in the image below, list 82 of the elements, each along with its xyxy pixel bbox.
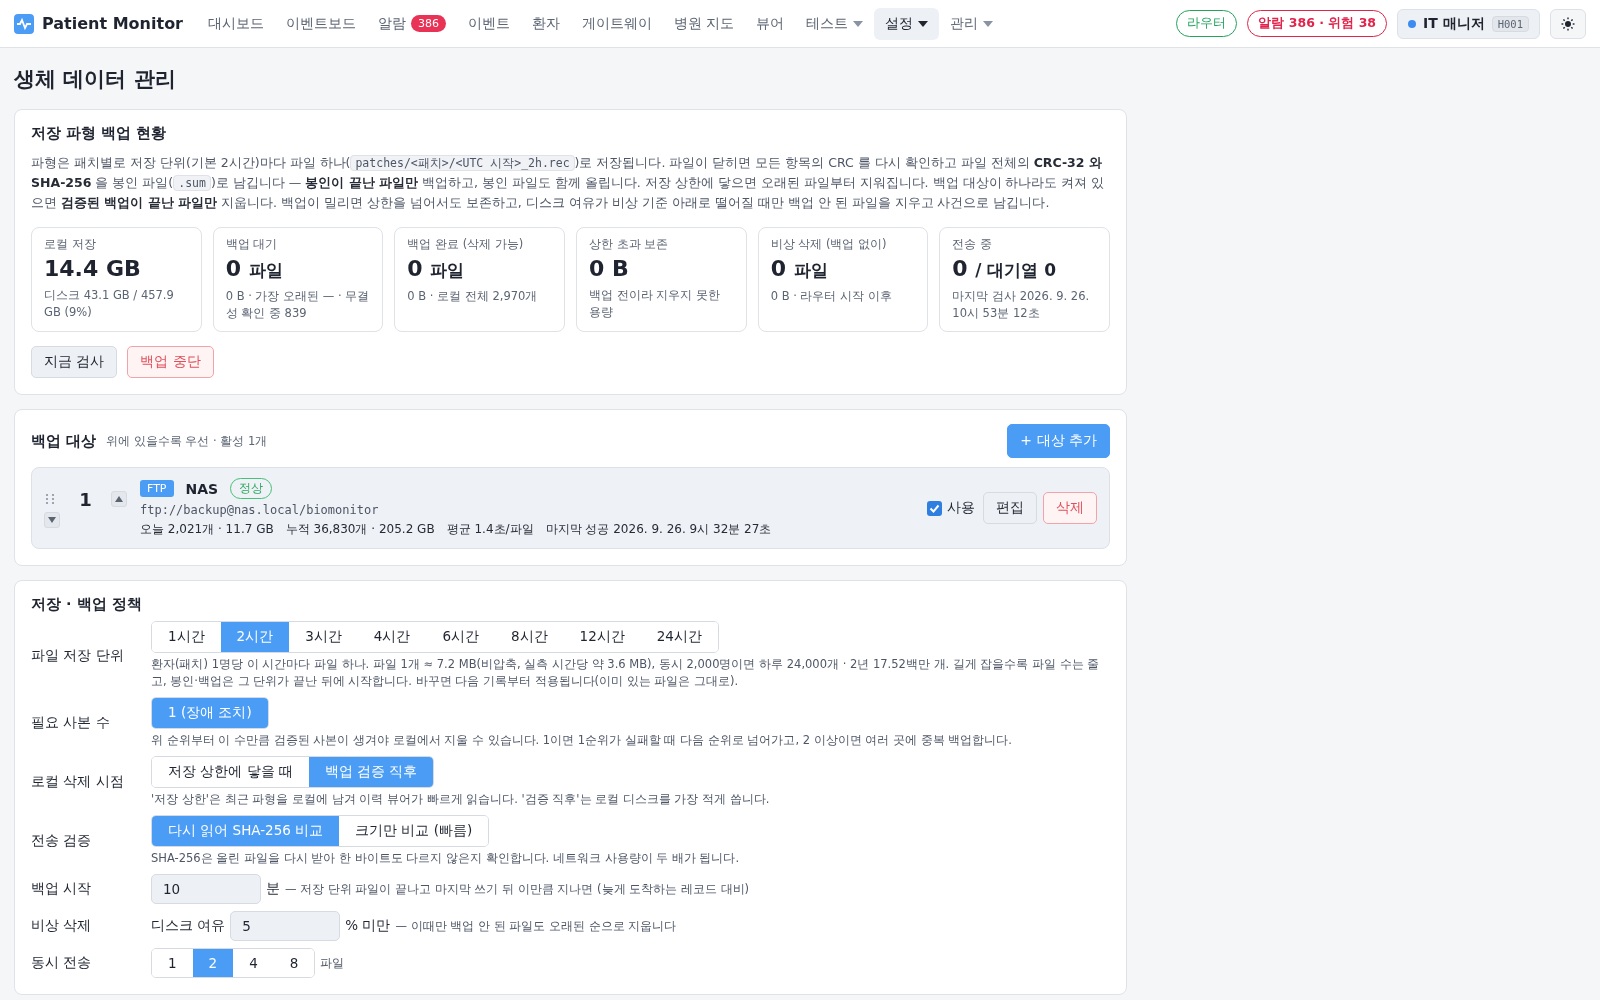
edit-button[interactable]: 편집 (983, 492, 1037, 524)
action-button[interactable]: 지금 검사 (31, 346, 118, 378)
card-title: 저장 · 백업 정책 (31, 595, 143, 614)
theme-toggle-button[interactable] (1550, 8, 1586, 39)
card-title: 백업 대상 (31, 431, 97, 451)
count-badge: 386 (411, 15, 446, 32)
down-triangle-icon (48, 516, 56, 523)
setting-label: 필요 사본 수 (31, 714, 111, 732)
stat-detail: 마지막 검사 2026. 9. 26. 10시 53분 12초 (952, 288, 1091, 322)
help-text: — 이때만 백업 안 된 파일도 오래된 순으로 지웁니다 (395, 918, 677, 934)
app-title: Patient Monitor (42, 14, 183, 33)
nav-item[interactable]: 게이트웨이 (571, 7, 663, 40)
stat-label: 전송 중 (952, 237, 993, 252)
setting-label: 동시 전송 (31, 954, 93, 972)
drag-handle-icon (44, 492, 56, 506)
stat-label: 로컬 저장 (44, 237, 97, 252)
target-stat: 마지막 성공 2026. 9. 26. 9시 32분 27초 (545, 521, 772, 538)
stat-value: 0 파일 (225, 256, 284, 282)
stat-detail: 0 B · 로컬 전체 2,970개 (407, 288, 539, 305)
description-paragraph: 파형은 패치별로 저장 단위(기본 2시간)마다 파일 하나( patches/<패치>/<UTC 시작>_2h.rec )로 저장됩니다. 파일이 닫히면 모든 항목의 CRC 를 다시 확인하고 파일 전체의 CRC-32 와 SHA-256 을 봉인 파일( .sum )로 남깁니다 — 봉인이 끝난 파일만 백업하고, 봉인 파일도 함께 올립니다. 저장 상한에 닿으면 오래된 파일부터 지워집니다. 백업 대상이 하나라도 켜져 있으면 검증된 백업이 끝난 파일만 지웁니다. 백업이 밀리면 상한을 넘어서도 보존하고, 디스크 여유가 비상 기준 아래로 떨어질 때만 백업 안 된 파일을 지우고 사건으로 남깁니다. (31, 154, 1106, 212)
user-menu[interactable]: IT 매니저 H001 (1397, 8, 1540, 39)
target-url: ftp://backup@nas.local/biomonitor (140, 503, 380, 517)
move-down-button[interactable] (44, 511, 60, 528)
help-text: SHA-256은 올린 파일을 다시 받아 한 바이트도 다르지 않은지 확인합니다. 네트워크 사용량이 두 배가 됩니다. (151, 850, 741, 867)
stat-label: 백업 완료 (삭제 가능) (407, 237, 525, 252)
nav-item[interactable]: 테스트 (795, 7, 875, 40)
up-triangle-icon (114, 496, 123, 502)
delete-button[interactable]: 삭제 (1043, 492, 1097, 524)
heartbeat-icon (14, 13, 34, 34)
check-icon (929, 502, 940, 514)
help-text: — 저장 단위 파일이 끝나고 마지막 쓰기 뒤 이만큼 지나면 (늦게 도착하는 레코드 대비) (285, 881, 749, 897)
target-stat: 오늘 2,021개 · 11.7 GB (140, 521, 274, 538)
stat-value: 14.4 GB (44, 256, 142, 281)
unit-label: 분 (266, 880, 280, 898)
user-name: IT 매니저 (1423, 14, 1485, 33)
number-field[interactable]: 5 (230, 911, 341, 941)
number-field[interactable]: 10 (151, 874, 261, 904)
card-subtitle: 위에 있을수록 우선 · 활성 1개 (106, 433, 268, 449)
setting-label: 비상 삭제 (31, 917, 93, 935)
enable-checkbox[interactable] (927, 500, 942, 516)
field-prefix: 디스크 여유 (151, 917, 226, 935)
nav-item[interactable]: 이벤트보드 (275, 7, 367, 40)
stat-value: 0 파일 (770, 256, 829, 282)
nav-item[interactable]: 알람 386 (367, 7, 457, 40)
help-text: '저장 상한'은 최근 파형을 로컬에 남겨 이력 뷰어가 빠르게 읽습니다. '검증 직후'는 로컬 디스크를 가장 적게 씁니다. (151, 791, 771, 808)
help-text: 환자(패치) 1명당 이 시간마다 파일 하나. 파일 1개 ≈ 7.2 MB(비압축, 실측 시간당 약 3.6 MB), 동시 2,000명이면 하루 24,000개 · 2년 17.52백만 개. 길게 잡을수록 파일 수는 줄고, 봉인·백업은 그 단위가 끝난 뒤에 시작합니다. 바꾸면 다음 기록부터 적용됩니다(이미 있는 파일은 그대로). (151, 656, 1101, 690)
checkbox-label: 사용 (947, 499, 975, 517)
setting-label: 파일 저장 단위 (31, 646, 125, 665)
nav-item[interactable]: 설정 (874, 7, 940, 40)
setting-label: 로컬 삭제 시점 (31, 773, 125, 791)
stat-label: 비상 삭제 (백업 없이) (770, 237, 888, 252)
help-text: 위 순위부터 이 수만큼 검증된 사본이 생겨야 로컬에서 지울 수 있습니다. 1이면 1순위가 실패할 때 다음 순위로 넘어가고, 2 이상이면 여러 곳에 중복 백업합니다. (151, 732, 1013, 749)
nav-item[interactable]: 환자 (521, 7, 571, 40)
nav-item[interactable]: 이벤트 (457, 7, 521, 40)
target-stat: 누적 36,830개 · 205.2 GB (285, 521, 435, 538)
stat-value: 0 / 대기열 0 (952, 256, 1058, 282)
nav-item[interactable]: 대시보드 (197, 7, 275, 40)
setting-label: 전송 검증 (31, 832, 93, 850)
sun-icon (1560, 15, 1576, 32)
card-title: 저장 파형 백업 현황 (31, 124, 168, 143)
target-stat: 평균 1.4초/파일 (446, 521, 534, 538)
nav-item[interactable]: 병원 지도 (663, 7, 746, 40)
move-up-button[interactable] (110, 491, 127, 507)
protocol-tag: FTP (140, 480, 174, 497)
stat-detail: 백업 전이라 지우지 못한 용량 (589, 287, 721, 321)
nav-item[interactable]: 관리 (939, 7, 1005, 40)
priority-number: 1 (79, 488, 93, 510)
stat-value: 0 B (589, 256, 630, 281)
target-name: NAS (185, 480, 219, 497)
action-button[interactable]: 백업 중단 (127, 346, 214, 378)
stat-detail: 디스크 43.1 GB / 457.9 GB (9%) (44, 287, 175, 321)
stat-label: 백업 대기 (225, 237, 279, 252)
nav-item[interactable]: 뷰어 (745, 7, 796, 40)
stat-detail: 0 B · 가장 오래된 — · 무결성 확인 중 839 (225, 288, 371, 322)
stat-label: 상한 초과 보존 (589, 237, 670, 252)
unit-label: 파일 (320, 955, 345, 971)
setting-label: 백업 시작 (31, 880, 93, 898)
page-title: 생체 데이터 관리 (14, 66, 177, 93)
stat-detail: 0 B · 라우터 시작 이후 (770, 288, 893, 305)
stat-value: 0 파일 (407, 256, 466, 282)
user-code: H001 (1491, 15, 1529, 32)
unit-label: % 미만 (345, 917, 391, 935)
